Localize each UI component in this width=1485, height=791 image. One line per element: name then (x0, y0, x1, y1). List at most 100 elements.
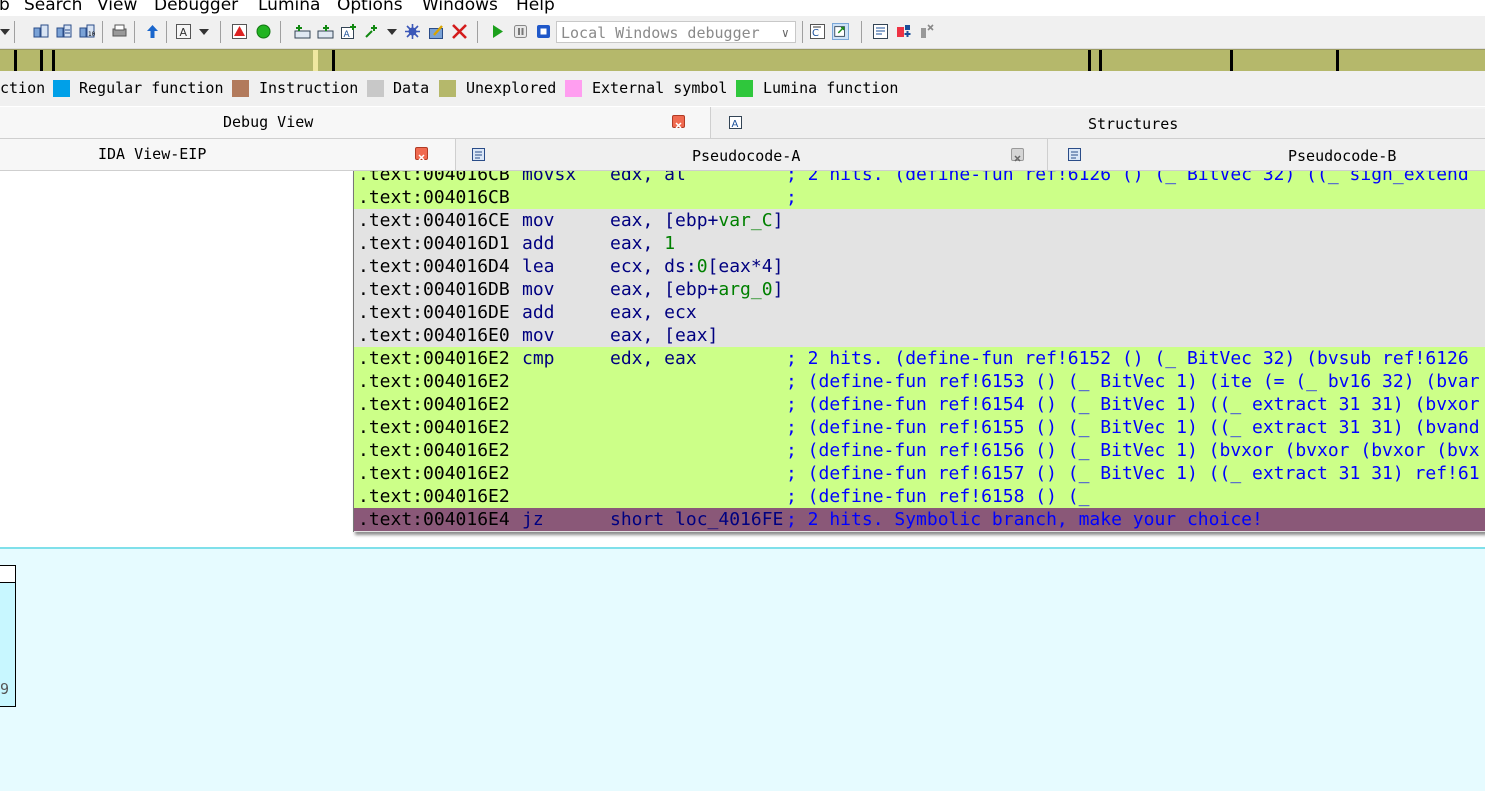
legend-swatch-unexplored (439, 80, 456, 97)
legend-label: Unexplored (466, 79, 557, 97)
code-comment: ; (786, 187, 797, 208)
menu-item-lumina[interactable]: Lumina (258, 0, 320, 15)
toolbar: 10 A A Local Windows debugger ∨ C (0, 16, 1485, 49)
chevron-down-icon[interactable] (387, 29, 397, 35)
code-line[interactable]: .text:004016E0 mov eax, [eax] (354, 324, 1485, 347)
add-struct-icon[interactable] (363, 23, 380, 40)
menu-item-view[interactable]: View (97, 0, 137, 15)
stop-square-icon[interactable] (535, 23, 552, 40)
legend-swatch-instruction (232, 80, 249, 97)
graph-view[interactable] (0, 547, 1485, 791)
code-line[interactable]: .text:004016E2 ; (define-fun ref!6157 () … (354, 462, 1485, 485)
pseudocode-icon (1068, 148, 1081, 161)
disassembly-view[interactable] (0, 171, 354, 547)
menu-item-search[interactable]: Search (24, 0, 82, 15)
code-line[interactable]: .text:004016CB movsx edx, al ; 2 hits. (def… (354, 171, 1485, 186)
code-address: .text:004016E2 (358, 417, 510, 438)
print-icon[interactable] (111, 23, 128, 40)
tab-pseudocode-a[interactable]: Pseudocode-A (456, 139, 1048, 170)
play-icon[interactable] (489, 23, 506, 40)
edit-icon[interactable] (428, 23, 445, 40)
pause-icon[interactable] (512, 23, 529, 40)
close-icon[interactable] (415, 147, 428, 161)
code-line[interactable]: .text:004016E2 ; (define-fun ref!6158 () … (354, 485, 1485, 508)
menu-item-jump[interactable]: b (0, 0, 10, 15)
legend-swatch-lumina-function (736, 80, 753, 97)
menu-item-debugger[interactable]: Debugger (154, 0, 238, 15)
code-address: .text:004016CB (358, 187, 510, 208)
chevron-down-icon[interactable] (199, 29, 209, 35)
code-line[interactable]: .text:004016E2 ; (define-fun ref!6156 () … (354, 439, 1485, 462)
code-address: .text:004016D4 (358, 256, 510, 277)
tab-title: Structures (1088, 115, 1179, 133)
close-icon[interactable] (451, 23, 468, 40)
close-icon[interactable] (672, 115, 685, 129)
segment-icon[interactable] (33, 23, 50, 40)
code-address: .text:004016E4 (358, 509, 510, 530)
code-address: .text:004016D1 (358, 233, 510, 254)
nav-marker (332, 50, 335, 71)
legend-label: Data (393, 79, 430, 97)
disassembly-hint-popup[interactable]: .text:004016CB movsx edx, al ; 2 hits. (def… (353, 171, 1485, 532)
segment-edit-icon[interactable] (56, 23, 73, 40)
navigation-band[interactable] (0, 49, 1485, 72)
menu-item-windows[interactable]: Windows (422, 0, 498, 15)
plugin-icon[interactable] (895, 23, 912, 40)
code-comment: ; 2 hits. (define-fun ref!6152 () (_ Bit… (786, 348, 1469, 369)
toolbar-separator (220, 21, 221, 43)
segment-list-icon[interactable]: 10 (79, 23, 96, 40)
svg-text:A: A (344, 30, 351, 40)
code-line[interactable]: .text:004016DB mov eax, [ebp+arg_0] (354, 278, 1485, 301)
add-text-icon[interactable]: A (340, 23, 357, 40)
menu-item-options[interactable]: Options (337, 0, 403, 15)
navigation-legend: ction Regular function Instruction Data … (0, 71, 1485, 106)
toolbar-separator (477, 21, 478, 43)
tab-ida-view-eip[interactable]: IDA View-EIP (0, 139, 456, 170)
tab-pseudocode-b[interactable]: Pseudocode-B (1048, 139, 1485, 170)
code-line-branch[interactable]: .text:004016E4 jz short loc_4016FE; 2 hits… (354, 508, 1485, 531)
legend-swatch-regular-function (53, 80, 70, 97)
code-address: .text:004016E2 (358, 440, 510, 461)
tab-bar-bottom: IDA View-EIP Pseudocode-A Pseudocode-B (0, 139, 1485, 171)
menu-bar: b Search View Debugger Lumina Options Wi… (0, 0, 1485, 16)
chevron-down-icon[interactable] (0, 29, 10, 35)
code-mnemonic: add (522, 233, 555, 254)
chart-icon[interactable] (872, 23, 889, 40)
code-operands: edx, al (610, 171, 686, 185)
step-over-icon[interactable] (832, 23, 849, 40)
code-mnemonic: mov (522, 210, 555, 231)
run-icon[interactable] (255, 23, 272, 40)
tab-structures[interactable]: A Structures (711, 109, 1485, 138)
menu-item-help[interactable]: Help (516, 0, 555, 15)
debugger-select[interactable]: Local Windows debugger ∨ (556, 21, 796, 43)
stop-icon[interactable] (231, 23, 248, 40)
code-line[interactable]: .text:004016D1 add eax, 1 (354, 232, 1485, 255)
add-list-icon[interactable] (317, 23, 334, 40)
code-comment: ; (define-fun ref!6158 () (_ (786, 486, 1090, 507)
code-line[interactable]: .text:004016E2 cmp edx, eax ; 2 hits. (defi… (354, 347, 1485, 370)
add-icon[interactable] (294, 23, 311, 40)
code-line[interactable]: .text:004016D4 lea ecx, ds:0[eax*4] (354, 255, 1485, 278)
text-mode-icon[interactable]: A (175, 23, 192, 40)
toolbar-separator (280, 21, 281, 43)
step-into-icon[interactable]: C (809, 23, 826, 40)
code-operands: eax, [eax] (610, 325, 719, 346)
code-comment: ; 2 hits. (define-fun ref!6126 () (_ Bit… (786, 171, 1469, 185)
code-line[interactable]: .text:004016CE mov eax, [ebp+var_C] (354, 209, 1485, 232)
code-mnemonic: movsx (522, 171, 577, 185)
code-line[interactable]: .text:004016DE add eax, ecx (354, 301, 1485, 324)
close-icon[interactable] (1011, 148, 1024, 162)
jump-up-icon[interactable] (144, 23, 161, 40)
disconnect-icon[interactable] (918, 23, 935, 40)
settings-icon[interactable] (404, 23, 421, 40)
structure-icon: A (729, 116, 742, 130)
code-address: .text:004016E2 (358, 463, 510, 484)
code-line[interactable]: .text:004016E2 ; (define-fun ref!6155 () … (354, 416, 1485, 439)
toolbar-separator (14, 21, 15, 43)
code-line[interactable]: .text:004016E2 ; (define-fun ref!6153 () … (354, 370, 1485, 393)
code-line[interactable]: .text:004016E2 ; (define-fun ref!6154 () … (354, 393, 1485, 416)
code-comment: ; (define-fun ref!6155 () (_ BitVec 1) (… (786, 417, 1480, 438)
graph-node-label: 9 (0, 680, 10, 698)
code-line[interactable]: .text:004016CB; (354, 186, 1485, 209)
tab-debug-view[interactable]: Debug View (0, 107, 711, 138)
